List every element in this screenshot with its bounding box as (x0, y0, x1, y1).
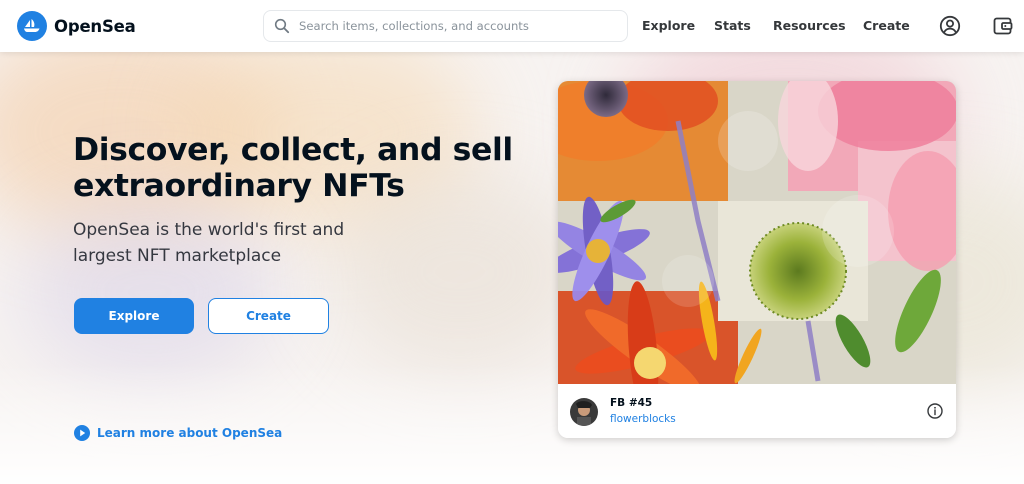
search-bar[interactable] (263, 10, 628, 42)
wallet-icon[interactable] (992, 15, 1014, 37)
info-icon[interactable] (927, 403, 943, 419)
featured-nft-image[interactable] (558, 81, 956, 384)
card-footer: FB #45 flowerblocks (558, 384, 956, 438)
hero-headline: Discover, collect, and sell extraordinar… (73, 132, 513, 204)
account-icon[interactable] (939, 15, 961, 37)
top-navbar: OpenSea Explore Stats Resources Create (0, 0, 1024, 52)
search-input[interactable] (299, 19, 619, 33)
brand-name: OpenSea (54, 16, 136, 36)
hero-subheading: OpenSea is the world's first and largest… (73, 220, 345, 266)
search-icon (274, 18, 290, 34)
creator-link[interactable]: flowerblocks (610, 413, 676, 425)
play-circle-icon (74, 425, 90, 441)
opensea-sailboat-icon (17, 11, 47, 41)
create-button[interactable]: Create (208, 298, 329, 334)
nav-explore[interactable]: Explore (642, 18, 695, 33)
featured-nft-card[interactable]: FB #45 flowerblocks (558, 81, 956, 438)
nav-resources[interactable]: Resources (773, 18, 846, 33)
brand-home-link[interactable]: OpenSea (17, 11, 257, 41)
nav-create[interactable]: Create (863, 18, 910, 33)
nav-stats[interactable]: Stats (714, 18, 751, 33)
learn-more-label: Learn more about OpenSea (97, 426, 283, 440)
avatar[interactable] (570, 398, 598, 426)
explore-button[interactable]: Explore (74, 298, 194, 334)
nft-title: FB #45 (610, 397, 653, 409)
learn-more-link[interactable]: Learn more about OpenSea (74, 425, 282, 441)
